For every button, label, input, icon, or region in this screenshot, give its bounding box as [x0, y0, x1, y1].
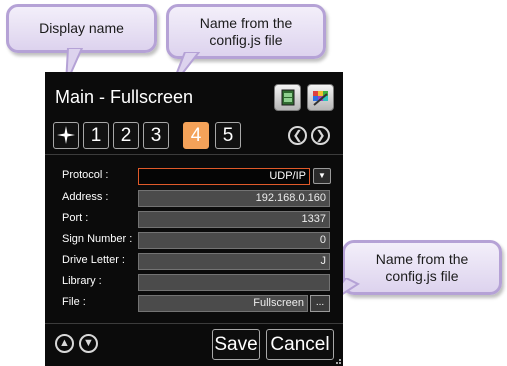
callout-display-name-text: Display name — [39, 20, 124, 36]
field-row-drive-letter: Drive Letter : J — [45, 253, 343, 271]
field-label: File : — [62, 296, 86, 308]
tab-2[interactable]: 2 — [113, 122, 139, 149]
scroll-down-button[interactable]: ▼ — [79, 334, 98, 353]
tab-next-button[interactable]: ❯ — [311, 126, 330, 145]
field-label: Library : — [62, 275, 102, 287]
callout-config-name-top: Name from the config.js file — [166, 4, 326, 59]
field-label: Port : — [62, 212, 89, 224]
field-row-file: File : Fullscreen ... — [45, 295, 343, 313]
tab-5[interactable]: 5 — [215, 122, 241, 149]
chevron-right-icon: ❯ — [315, 128, 326, 142]
field-row-protocol: Protocol : UDP/IP ▼ — [45, 168, 343, 186]
callout-config-top-line2: config.js file — [209, 31, 283, 48]
drive-letter-field[interactable]: J — [138, 253, 330, 270]
resize-grip-icon[interactable] — [333, 356, 341, 364]
chevron-up-icon: ▲ — [59, 337, 70, 349]
callout-config-right-line1: Name from the — [375, 250, 469, 267]
film-button[interactable] — [274, 84, 301, 111]
film-icon — [281, 89, 295, 106]
browse-button[interactable]: ... — [310, 295, 330, 312]
tab-1[interactable]: 1 — [83, 122, 109, 149]
settings-tab[interactable] — [53, 122, 79, 149]
port-field[interactable]: 1337 — [138, 211, 330, 228]
scroll-up-button[interactable]: ▲ — [55, 334, 74, 353]
tab-4[interactable]: 4 — [183, 122, 209, 149]
address-field[interactable]: 192.168.0.160 — [138, 190, 330, 207]
protocol-select[interactable]: UDP/IP — [138, 168, 310, 185]
field-row-library: Library : — [45, 274, 343, 292]
palette-button[interactable] — [307, 84, 334, 111]
file-field[interactable]: Fullscreen — [138, 295, 308, 312]
field-label: Drive Letter : — [62, 254, 125, 266]
protocol-dropdown-button[interactable]: ▼ — [313, 168, 331, 184]
callout-display-name: Display name — [6, 4, 157, 53]
cancel-button[interactable]: Cancel — [266, 329, 334, 360]
sign-settings-panel: Main - Fullscreen 1 2 3 4 5 ❮ ❯ Protocol… — [45, 72, 343, 366]
field-label: Protocol : — [62, 169, 109, 181]
tab-3[interactable]: 3 — [143, 122, 169, 149]
chevron-down-icon: ▼ — [318, 171, 326, 180]
palette-icon — [313, 91, 328, 106]
callout-config-right-line2: config.js file — [385, 267, 459, 284]
divider-bottom — [45, 323, 343, 324]
field-label: Address : — [62, 191, 109, 203]
sparkle-icon — [57, 126, 75, 144]
chevron-down-icon: ▼ — [83, 337, 94, 349]
divider-top — [45, 154, 343, 155]
field-row-address: Address : 192.168.0.160 — [45, 190, 343, 208]
callout-config-top-line1: Name from the — [199, 14, 293, 31]
panel-title: Main - Fullscreen — [55, 87, 194, 107]
field-label: Sign Number : — [62, 233, 133, 245]
tab-prev-button[interactable]: ❮ — [288, 126, 307, 145]
field-row-port: Port : 1337 — [45, 211, 343, 229]
sign-number-field[interactable]: 0 — [138, 232, 330, 249]
callout-config-name-right: Name from the config.js file — [342, 240, 502, 295]
chevron-left-icon: ❮ — [292, 128, 303, 142]
library-field[interactable] — [138, 274, 330, 291]
field-row-sign-number: Sign Number : 0 — [45, 232, 343, 250]
save-button[interactable]: Save — [212, 329, 260, 360]
